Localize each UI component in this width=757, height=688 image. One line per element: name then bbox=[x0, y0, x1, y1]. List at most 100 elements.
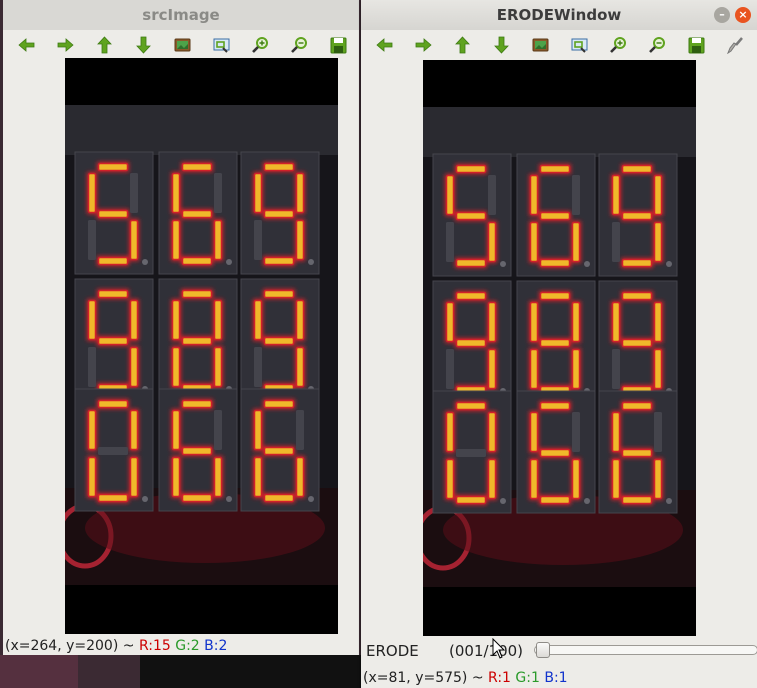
red-value: R:15 bbox=[138, 638, 171, 654]
zoom-out-button[interactable] bbox=[287, 34, 311, 56]
erode-window: ERODEWindow – × ERODE (001/100) (x=81, y… bbox=[361, 0, 757, 688]
segment-d bbox=[455, 258, 487, 268]
zoom-area-button[interactable] bbox=[567, 34, 591, 56]
image-view[interactable] bbox=[423, 60, 696, 636]
segment-g bbox=[455, 338, 487, 348]
slider-handle[interactable] bbox=[536, 642, 551, 658]
segment-d bbox=[97, 493, 129, 503]
decimal-point bbox=[500, 498, 506, 504]
mouse-pointer-icon bbox=[492, 638, 506, 659]
segment-g bbox=[181, 336, 213, 346]
image-view[interactable] bbox=[65, 58, 338, 634]
zoom-in-button[interactable] bbox=[606, 34, 630, 56]
segment-a bbox=[97, 399, 129, 409]
minimize-button[interactable]: – bbox=[714, 7, 730, 23]
window-title: ERODEWindow bbox=[496, 6, 622, 24]
arrow-down-button[interactable] bbox=[131, 34, 155, 56]
segment-e-off bbox=[254, 347, 262, 387]
segment-g bbox=[97, 336, 129, 346]
arrow-down-button[interactable] bbox=[489, 34, 513, 56]
segment-d bbox=[539, 258, 571, 268]
arrow-left-button[interactable] bbox=[372, 34, 396, 56]
segment-g-off bbox=[456, 449, 486, 457]
segment-f bbox=[445, 301, 455, 343]
segment-b-off bbox=[214, 173, 222, 213]
segment-b-off bbox=[572, 175, 580, 215]
save-icon bbox=[330, 37, 346, 54]
window-titlebar[interactable]: ERODEWindow – × bbox=[361, 0, 757, 30]
segment-c bbox=[213, 456, 223, 498]
toolbar bbox=[3, 32, 359, 58]
segment-g bbox=[621, 338, 653, 348]
zoom-area-button[interactable] bbox=[209, 34, 233, 56]
arrow-down-icon bbox=[493, 36, 509, 54]
segment-d bbox=[539, 495, 571, 505]
window-titlebar[interactable]: srcImage bbox=[3, 0, 359, 30]
segment-b bbox=[295, 299, 305, 341]
arrow-right-button[interactable] bbox=[53, 34, 77, 56]
arrow-up-button[interactable] bbox=[92, 34, 116, 56]
segment-d bbox=[621, 495, 653, 505]
zoom-area-icon bbox=[571, 38, 587, 53]
segment-g bbox=[263, 446, 295, 456]
segment-d bbox=[455, 495, 487, 505]
segment-a bbox=[621, 291, 653, 301]
zoom-out-button[interactable] bbox=[645, 34, 669, 56]
trackbar-label: ERODE bbox=[366, 642, 419, 660]
arrow-up-button[interactable] bbox=[450, 34, 474, 56]
src-image-window: srcImage (x=264, y=200) ~ R:15 G:2 B:2 bbox=[3, 0, 359, 655]
segment-c bbox=[571, 348, 581, 390]
segment-g bbox=[539, 211, 571, 221]
segment-c bbox=[487, 221, 497, 263]
segment-f bbox=[87, 172, 97, 214]
segment-b-off bbox=[572, 412, 580, 452]
segment-b-off bbox=[130, 173, 138, 213]
segment-g bbox=[181, 209, 213, 219]
segment-e bbox=[171, 219, 181, 261]
image-icon bbox=[532, 38, 548, 52]
red-value: R:1 bbox=[488, 670, 511, 686]
segment-e-off bbox=[88, 347, 96, 387]
segment-c bbox=[653, 221, 663, 263]
zoom-in-button[interactable] bbox=[248, 34, 272, 56]
save-button[interactable] bbox=[684, 34, 708, 56]
segment-c bbox=[653, 348, 663, 390]
arrow-left-icon bbox=[17, 38, 34, 52]
segment-c bbox=[653, 458, 663, 500]
desktop-background bbox=[78, 655, 140, 688]
save-icon bbox=[688, 37, 704, 54]
segment-a bbox=[621, 401, 653, 411]
segment-a bbox=[181, 162, 213, 172]
arrow-left-button[interactable] bbox=[14, 34, 38, 56]
segment-f bbox=[87, 409, 97, 451]
segment-e-off bbox=[612, 349, 620, 389]
segment-a bbox=[621, 164, 653, 174]
segment-e-off bbox=[446, 222, 454, 262]
segment-f bbox=[253, 409, 263, 451]
segment-b bbox=[653, 301, 663, 343]
arrow-right-icon bbox=[415, 38, 432, 52]
image-button[interactable] bbox=[170, 34, 194, 56]
decimal-point bbox=[308, 259, 314, 265]
segment-c bbox=[129, 456, 139, 498]
segment-c bbox=[129, 346, 139, 388]
save-button[interactable] bbox=[326, 34, 350, 56]
cursor-coordinates: (x=264, y=200) ~ bbox=[5, 638, 139, 654]
decimal-point bbox=[666, 261, 672, 267]
segment-f bbox=[445, 411, 455, 453]
arrow-up-icon bbox=[454, 36, 470, 54]
arrow-left-icon bbox=[375, 38, 392, 52]
brush-button[interactable] bbox=[723, 34, 747, 56]
segment-c bbox=[487, 458, 497, 500]
erode-slider[interactable] bbox=[534, 642, 757, 658]
close-button[interactable]: × bbox=[735, 7, 751, 23]
image-button[interactable] bbox=[528, 34, 552, 56]
segment-d bbox=[263, 256, 295, 266]
trackbar-value: (001/100) bbox=[449, 642, 524, 660]
desktop-background bbox=[140, 655, 362, 688]
segment-b bbox=[487, 301, 497, 343]
segment-f bbox=[611, 301, 621, 343]
segment-f bbox=[529, 174, 539, 216]
arrow-right-button[interactable] bbox=[411, 34, 435, 56]
segment-d bbox=[181, 493, 213, 503]
